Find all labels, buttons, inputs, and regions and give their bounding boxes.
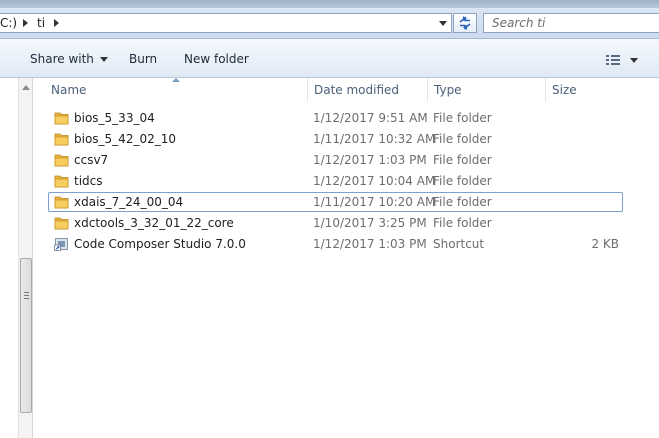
breadcrumb-separator-icon[interactable]	[54, 19, 59, 27]
file-date-modified: 1/12/2017 10:04 AM	[313, 174, 436, 188]
column-size[interactable]: Size	[545, 78, 655, 102]
search-input[interactable]	[484, 14, 654, 32]
folder-icon	[54, 175, 69, 188]
file-name: Code Composer Studio 7.0.0	[74, 237, 246, 251]
file-type: File folder	[433, 132, 492, 146]
command-bar: Share with Burn New folder	[0, 39, 659, 78]
file-row[interactable]: xdctools_3_32_01_22_core 1/10/2017 3:25 P…	[48, 213, 623, 233]
breadcrumb-folder[interactable]: ti	[37, 16, 45, 30]
title-bar-strip	[0, 0, 659, 8]
shortcut-icon	[54, 238, 68, 251]
file-name: xdais_7_24_00_04	[74, 195, 184, 209]
file-date-modified: 1/11/2017 10:32 AM	[313, 132, 436, 146]
grip-line	[24, 298, 29, 299]
folder-icon	[54, 196, 69, 209]
address-bar-area: C:) ti	[0, 8, 659, 39]
address-bar[interactable]: C:) ti	[0, 13, 452, 33]
chevron-down-icon	[99, 57, 108, 62]
file-type: File folder	[433, 153, 492, 167]
views-icon[interactable]	[606, 55, 620, 65]
file-name: bios_5_33_04	[74, 111, 155, 125]
folder-icon	[54, 112, 69, 125]
file-type: File folder	[433, 216, 492, 230]
file-row[interactable]: bios_5_42_02_10 1/11/2017 10:32 AM File fo…	[48, 129, 623, 149]
refresh-button[interactable]	[453, 13, 477, 33]
file-type: File folder	[433, 111, 492, 125]
grip-line	[24, 295, 29, 296]
column-name[interactable]: Name	[45, 78, 307, 102]
folder-icon	[54, 133, 69, 146]
column-header: Name Date modified Type Size	[34, 78, 659, 102]
file-name: tidcs	[74, 174, 103, 188]
burn-button[interactable]: Burn	[129, 52, 157, 66]
file-row[interactable]: ccsv7 1/12/2017 1:03 PM File folder	[48, 150, 623, 170]
navigation-pane	[0, 78, 19, 438]
file-name: ccsv7	[74, 153, 109, 167]
file-type: File folder	[433, 174, 492, 188]
file-date-modified: 1/12/2017 1:03 PM	[313, 153, 427, 167]
grip-line	[24, 292, 29, 293]
search-box[interactable]	[483, 13, 659, 33]
scrollbar-thumb[interactable]	[20, 258, 32, 413]
refresh-icon	[459, 16, 471, 30]
file-row[interactable]: xdais_7_24_00_04 1/11/2017 10:20 AM File f…	[48, 192, 623, 212]
file-type: Shortcut	[433, 237, 485, 251]
file-type: File folder	[433, 195, 492, 209]
file-name: bios_5_42_02_10	[74, 132, 176, 146]
column-type[interactable]: Type	[427, 78, 545, 102]
address-history-dropdown-icon[interactable]	[435, 14, 451, 32]
folder-icon	[54, 154, 69, 167]
file-date-modified: 1/12/2017 9:51 AM	[313, 111, 428, 125]
folder-icon	[54, 217, 69, 230]
file-row[interactable]: bios_5_33_04 1/12/2017 9:51 AM File folder	[48, 108, 623, 128]
file-date-modified: 1/12/2017 1:03 PM	[313, 237, 427, 251]
share-with-button[interactable]: Share with	[30, 52, 108, 66]
column-date-modified[interactable]: Date modified	[307, 78, 427, 102]
file-name: xdctools_3_32_01_22_core	[74, 216, 234, 230]
views-dropdown-icon[interactable]	[630, 58, 638, 63]
file-row[interactable]: Code Composer Studio 7.0.0 1/12/2017 1:03…	[48, 234, 623, 254]
scroll-up-icon[interactable]	[22, 85, 30, 90]
file-date-modified: 1/10/2017 3:25 PM	[313, 216, 427, 230]
new-folder-button[interactable]: New folder	[184, 52, 249, 66]
breadcrumb-separator-icon[interactable]	[23, 19, 28, 27]
vertical-scrollbar[interactable]	[18, 78, 33, 438]
share-with-label: Share with	[30, 52, 94, 66]
file-row[interactable]: tidcs 1/12/2017 10:04 AM File folder	[48, 171, 623, 191]
file-size: 2 KB	[591, 237, 619, 251]
breadcrumb-drive[interactable]: C:)	[0, 16, 17, 30]
file-date-modified: 1/11/2017 10:20 AM	[313, 195, 436, 209]
